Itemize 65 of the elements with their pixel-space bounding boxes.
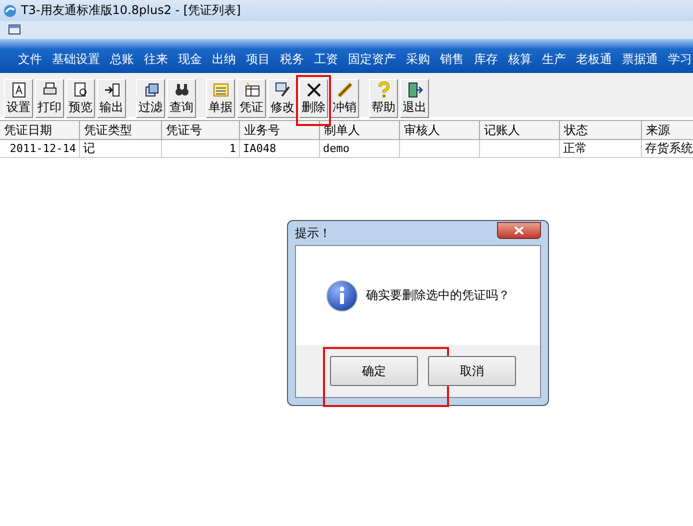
pencil-icon [274, 81, 292, 99]
menu-item[interactable]: 项目 [246, 51, 270, 68]
column-header[interactable]: 凭证日期 [0, 120, 80, 140]
toolbar-button[interactable]: 凭证 [237, 79, 266, 118]
toolbar-button[interactable]: 单据 [206, 79, 235, 118]
menu-item[interactable]: 工资 [314, 51, 338, 68]
toolbar-button[interactable]: 输出 [97, 79, 126, 118]
dialog-title: 提示！ [295, 224, 331, 242]
table-cell: 正常 [560, 140, 642, 158]
menu-item[interactable]: 出纳 [212, 51, 236, 68]
app-logo-icon [3, 4, 17, 18]
menu-item[interactable]: 核算 [508, 51, 532, 68]
table-cell: demo [320, 140, 400, 158]
toolbar-button[interactable]: 修改 [268, 79, 297, 118]
table-cell: 记 [80, 140, 162, 158]
table-icon [242, 81, 260, 99]
column-header[interactable]: 状态 [560, 120, 642, 140]
menu-item[interactable]: 税务 [280, 51, 304, 68]
toolbar-button[interactable]: 帮助 [369, 79, 398, 118]
column-header[interactable]: 来源 [642, 120, 693, 140]
toolbar-button[interactable]: 删除 [299, 79, 328, 118]
table-cell: IA048 [240, 140, 320, 158]
dialog-message: 确实要删除选中的凭证吗？ [366, 287, 510, 304]
toolbar-button[interactable]: 设置 [4, 79, 33, 118]
menu-item[interactable]: 总账 [110, 51, 134, 68]
column-header[interactable]: 记账人 [480, 120, 560, 140]
toolbar-button[interactable]: 过滤 [136, 79, 165, 118]
window-icon[interactable] [8, 24, 22, 36]
toolbar-button[interactable]: 打印 [35, 79, 64, 118]
arrow-icon [102, 81, 120, 99]
toolbar-button[interactable]: 冲销 [330, 79, 359, 118]
menu-item[interactable]: 采购 [406, 51, 430, 68]
close-button[interactable] [497, 222, 541, 238]
close-icon [514, 226, 524, 234]
column-header[interactable]: 凭证号 [162, 120, 240, 140]
door-icon [406, 81, 424, 99]
table-cell: 存货系统 [642, 140, 693, 158]
menu-item[interactable]: 库存 [474, 51, 498, 68]
toolbar-button[interactable]: 预览 [66, 79, 95, 118]
column-header[interactable]: 业务号 [240, 120, 320, 140]
magnifier-icon [72, 81, 90, 99]
menu-item[interactable]: 往来 [144, 51, 168, 68]
toolbar-button[interactable]: 退出 [400, 79, 429, 118]
table-cell: 1 [162, 140, 240, 158]
menu-item[interactable]: 销售 [440, 51, 464, 68]
table-cell: 2011-12-14 [0, 140, 80, 158]
list-icon [212, 81, 230, 99]
column-header[interactable]: 审核人 [400, 120, 480, 140]
menu-item[interactable]: 老板通 [576, 51, 612, 68]
menu-item[interactable]: 固定资产 [348, 51, 396, 68]
dialog-button[interactable]: 确定 [330, 356, 418, 386]
menu-item[interactable]: 票据通 [622, 51, 658, 68]
window-title: T3-用友通标准版10.8plus2 - [凭证列表] [21, 2, 241, 19]
menu-item[interactable]: 生产 [542, 51, 566, 68]
info-icon [326, 280, 358, 312]
menu-item[interactable]: 学习 [668, 51, 692, 68]
menu-item[interactable]: 现金 [178, 51, 202, 68]
column-header[interactable]: 凭证类型 [80, 120, 162, 140]
document-icon [10, 81, 28, 99]
pencil-icon [336, 81, 354, 99]
cross-icon [304, 81, 322, 99]
menu-item[interactable]: 基础设置 [52, 51, 100, 68]
menu-item[interactable]: 文件 [18, 51, 42, 68]
dialog-button[interactable]: 取消 [428, 356, 516, 386]
toolbar-button[interactable]: 查询 [167, 79, 196, 118]
